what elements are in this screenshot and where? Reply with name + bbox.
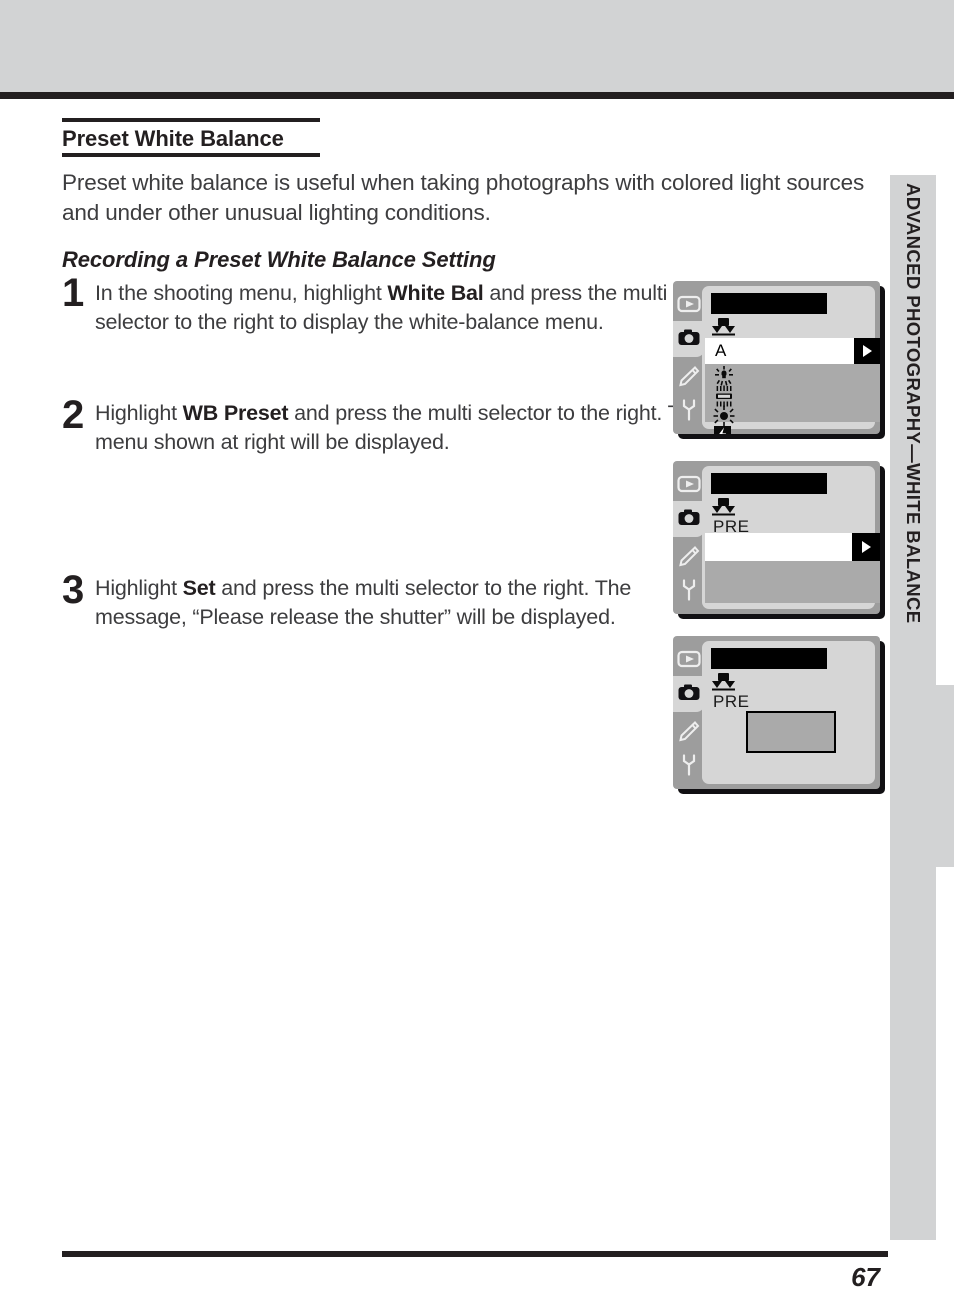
wb-preset-list-area bbox=[705, 561, 880, 603]
step-1-emphasis: White Bal bbox=[387, 281, 484, 306]
step-2-emphasis: WB Preset bbox=[182, 401, 289, 426]
step-1: 1 In the shooting menu, highlight White … bbox=[62, 273, 720, 399]
footer-rule bbox=[62, 1251, 888, 1257]
lcd-illustration-wb-preset-menu: PRE bbox=[673, 461, 885, 619]
step-3-number: 3 bbox=[62, 568, 85, 613]
page-title: Preset White Balance bbox=[62, 126, 284, 151]
setup-tab-icon[interactable] bbox=[676, 752, 702, 778]
section-intro: Preset white balance is useful when taki… bbox=[62, 170, 865, 225]
wb-option-auto-row[interactable]: A bbox=[705, 338, 880, 364]
lcd-tab-strip bbox=[673, 281, 705, 434]
page-number: 67 bbox=[851, 1262, 880, 1292]
lcd-illustration-white-balance-menu: A bbox=[673, 281, 885, 439]
setup-tab-icon[interactable] bbox=[676, 577, 702, 603]
section-title-rule: Preset White Balance bbox=[62, 118, 320, 158]
running-head-text: ADVANCED PHOTOGRAPHY—WHITE BALANCE bbox=[903, 183, 924, 624]
wb-mode-label-pre: PRE bbox=[713, 692, 750, 711]
step-1-text-before: In the shooting menu, highlight bbox=[95, 281, 388, 306]
step-1-text: In the shooting menu, highlight White Ba… bbox=[95, 281, 667, 333]
section-subheading: Recording a Preset White Balance Setting bbox=[62, 247, 496, 273]
chapter-tab-marker bbox=[936, 685, 954, 867]
wb-option-auto-label: A bbox=[715, 341, 727, 360]
lcd-bezel: PRE bbox=[673, 461, 880, 614]
header-rule bbox=[0, 92, 954, 99]
lcd-bezel: A bbox=[673, 281, 880, 434]
running-head: ADVANCED PHOTOGRAPHY—WHITE BALANCE bbox=[890, 175, 936, 815]
lcd-title-bar bbox=[711, 648, 827, 669]
shooting-tab-icon[interactable] bbox=[676, 505, 702, 531]
step-2-number: 2 bbox=[62, 393, 85, 438]
fluorescent-icon[interactable] bbox=[713, 385, 735, 407]
wb-preset-selected-row[interactable] bbox=[705, 533, 880, 561]
auto-wb-icon bbox=[711, 317, 737, 337]
lcd-tab-strip bbox=[673, 461, 705, 614]
lcd-illustration-wb-preset-message: PRE bbox=[673, 636, 885, 794]
auto-wb-icon bbox=[711, 497, 737, 517]
flash-icon[interactable] bbox=[713, 425, 735, 434]
step-3: 3 Highlight Set and press the multi sele… bbox=[62, 570, 720, 631]
page-header-band bbox=[0, 0, 954, 92]
lcd-tab-strip bbox=[673, 636, 705, 789]
playback-tab-icon[interactable] bbox=[676, 646, 702, 672]
shutter-release-message-box bbox=[746, 711, 836, 753]
auto-wb-icon bbox=[711, 672, 737, 692]
shooting-tab-icon[interactable] bbox=[676, 325, 702, 351]
step-3-text-before: Highlight bbox=[95, 576, 183, 601]
step-3-text: Highlight Set and press the multi select… bbox=[95, 576, 631, 628]
step-1-number: 1 bbox=[62, 271, 85, 316]
playback-tab-icon[interactable] bbox=[676, 291, 702, 317]
chevron-right-icon[interactable] bbox=[854, 338, 880, 364]
custom-settings-tab-icon[interactable] bbox=[676, 363, 702, 389]
setup-tab-icon[interactable] bbox=[676, 397, 702, 423]
chevron-right-icon[interactable] bbox=[852, 533, 880, 561]
step-3-emphasis: Set bbox=[182, 576, 216, 601]
playback-tab-icon[interactable] bbox=[676, 471, 702, 497]
lcd-bezel: PRE bbox=[673, 636, 880, 789]
lcd-title-bar bbox=[711, 473, 827, 494]
custom-settings-tab-icon[interactable] bbox=[676, 718, 702, 744]
custom-settings-tab-icon[interactable] bbox=[676, 543, 702, 569]
lcd-title-bar bbox=[711, 293, 827, 314]
step-2-text: Highlight WB Preset and press the multi … bbox=[95, 401, 704, 453]
direct-sunlight-icon[interactable] bbox=[713, 405, 735, 427]
step-2: 2 Highlight WB Preset and press the mult… bbox=[62, 395, 720, 574]
incandescent-icon[interactable] bbox=[713, 365, 735, 387]
shooting-tab-icon[interactable] bbox=[676, 680, 702, 706]
step-2-text-before: Highlight bbox=[95, 401, 183, 426]
